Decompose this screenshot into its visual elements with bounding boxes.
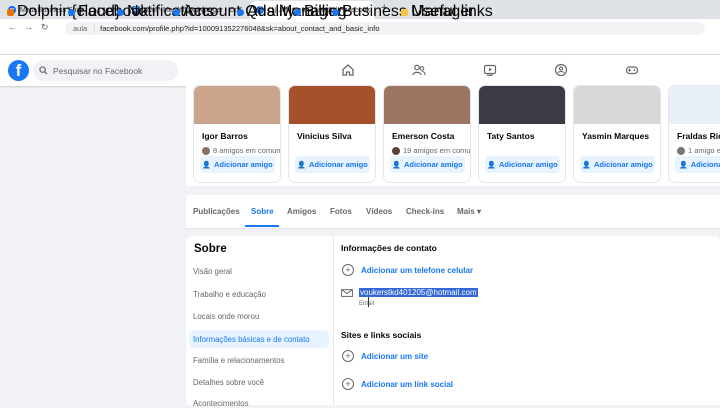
menu-locais[interactable]: Locais onde morou [193,312,259,321]
add-person-icon: 👤 [582,161,591,169]
tab-mais[interactable]: Mais ▾ [457,207,481,216]
mutual-friends: 8 amigos em comum [202,146,280,155]
plus-circle-icon: + [342,264,354,276]
mutual-friends: 19 amigos em comum [392,146,470,155]
menu-familia[interactable]: Família e relacionamentos [193,356,284,365]
facebook-icon [237,8,244,16]
bookmarks-bar [0,38,720,55]
tab-amigos[interactable]: Amigos [287,207,316,216]
profile-photo[interactable] [194,86,280,124]
tab-check-ins[interactable]: Check-ins [406,207,444,216]
search-placeholder: Pesquisar no Facebook [53,65,143,76]
menu-acontecimentos[interactable]: Acontecimentos [193,399,248,408]
menu-informacoes-basicas[interactable]: Informações básicas e de contato [193,335,310,344]
groups-icon[interactable] [554,63,568,77]
add-friend-button[interactable]: 👤Adicionar amigo [200,156,275,173]
add-friend-button[interactable]: 👤Adicionar amigo [675,156,720,173]
add-friend-button[interactable]: 👤Adicionar amigo [485,156,560,173]
profile-photo[interactable] [574,86,660,124]
add-site-button[interactable]: + Adicionar um site [342,350,428,362]
add-person-icon: 👤 [392,161,401,169]
tab-publicacoes[interactable]: Publicações [193,207,240,216]
about-divider [333,236,334,405]
add-person-icon: 👤 [202,161,211,169]
menu-visao-geral[interactable]: Visão geral [193,267,232,276]
add-friend-button[interactable]: 👤Adicionar amigo [580,156,655,173]
forward-icon[interactable]: → [24,22,33,32]
avatar [202,146,210,155]
profile-photo[interactable] [669,86,720,124]
watch-icon[interactable] [483,63,497,77]
facebook-icon [68,8,75,16]
friend-name[interactable]: Yasmin Marques [582,131,660,141]
contact-info-title: Informações de contato [341,243,437,253]
add-phone-button[interactable]: + Adicionar um telefone celular [342,264,473,276]
friend-name[interactable]: Fraldas Rio [677,131,720,141]
profile-photo[interactable] [479,86,565,124]
facebook-icon [173,8,180,16]
url-prefix: aula [73,24,88,33]
sites-links-title: Sites e links sociais [341,330,422,340]
mutual-friends: 1 amigo em [677,146,720,155]
about-title: Sobre [194,243,227,255]
friend-card: Taty Santos 👤 Adicionar amigo [479,86,565,182]
friend-card: Emerson Costa 19 amigos em comum 👤 Adicio… [384,86,470,182]
search-icon [39,66,48,75]
url-text: facebook.com/profile.php?id=100091352276… [100,24,380,33]
back-icon[interactable]: ← [8,22,17,32]
avatar [677,146,685,155]
url-bar[interactable]: aula | facebook.com/profile.php?id=10009… [65,22,705,35]
friend-name[interactable]: Taty Santos [487,131,565,141]
add-friend-button[interactable]: 👤Adicionar amigo [390,156,465,173]
dolphin-icon [7,8,14,16]
tab-videos[interactable]: Vídeos [366,207,392,216]
bookmark-useful-links[interactable]: Useful links [401,3,493,21]
folder-icon [401,8,408,16]
avatar [392,146,400,155]
add-person-icon: 👤 [487,161,496,169]
friend-card: Yasmin Marques 👤 Adicionar amigo [574,86,660,182]
menu-detalhes[interactable]: Detalhes sobre você [193,378,264,387]
add-person-icon: 👤 [679,161,688,169]
active-tab-indicator [245,225,279,227]
add-social-link-button[interactable]: + Adicionar um link social [342,378,453,390]
tab-sobre[interactable]: Sobre [251,207,274,216]
facebook-icon [117,8,124,16]
friend-card: Vinicius Silva 👤 Adicionar amigo [289,86,375,182]
email-value[interactable]: voukerstkd401205@hotmail.com [359,288,478,297]
gaming-icon[interactable] [625,63,639,77]
facebook-icon [332,8,339,16]
home-icon[interactable] [341,63,355,77]
facebook-logo-icon[interactable]: f [8,60,29,81]
plus-circle-icon: + [342,350,354,362]
email-label: Email [359,301,375,307]
url-separator: | [93,24,96,33]
profile-photo[interactable] [289,86,375,124]
facebook-icon [294,8,301,16]
mail-icon [341,289,353,297]
friend-card: Igor Barros 8 amigos em comum 👤 Adicionar… [194,86,280,182]
friend-card: Fraldas Rio 1 amigo em 👤Adicionar amigo [669,86,720,182]
menu-trabalho-educacao[interactable]: Trabalho e educação [193,290,266,299]
text-cursor [368,297,369,307]
friend-name[interactable]: Igor Barros [202,131,280,141]
search-input[interactable]: Pesquisar no Facebook [33,60,178,81]
reload-icon[interactable]: ↻ [41,22,49,33]
add-person-icon: 👤 [297,161,306,169]
add-friend-button[interactable]: 👤Adicionar amigo [295,156,370,173]
friends-icon[interactable] [412,63,426,77]
plus-circle-icon: + [342,378,354,390]
friend-name[interactable]: Emerson Costa [392,131,470,141]
tab-fotos[interactable]: Fotos [330,207,352,216]
friend-name[interactable]: Vinicius Silva [297,131,375,141]
profile-photo[interactable] [384,86,470,124]
